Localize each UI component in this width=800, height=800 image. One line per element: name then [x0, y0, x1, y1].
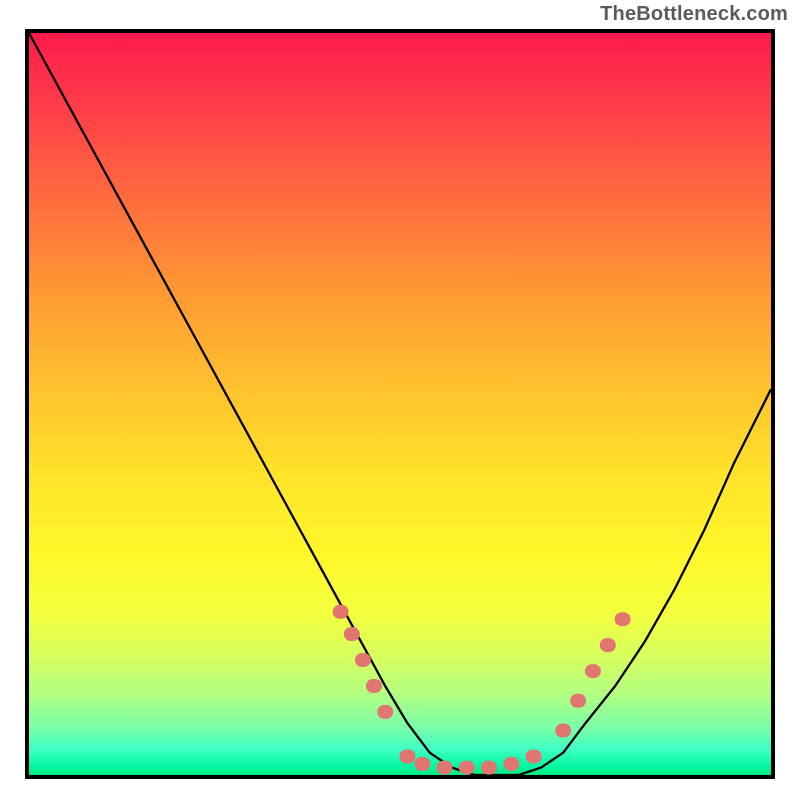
marker-dot	[399, 750, 415, 764]
chart-container: TheBottleneck.com	[0, 0, 800, 800]
marker-dot	[459, 761, 475, 775]
marker-dot	[377, 705, 393, 719]
marker-dot	[600, 638, 616, 652]
marker-dot	[615, 612, 631, 626]
watermark-text: TheBottleneck.com	[600, 3, 788, 26]
marker-dot	[366, 679, 382, 693]
marker-dot	[585, 664, 601, 678]
marker-dot	[355, 653, 371, 667]
bottleneck-curve	[29, 33, 771, 775]
marker-dot	[414, 757, 430, 771]
bottom-whitespace	[0, 779, 800, 800]
marker-dot	[503, 757, 519, 771]
marker-dot	[344, 627, 360, 641]
curve-layer	[29, 33, 771, 775]
trough-markers	[333, 605, 631, 775]
marker-dot	[570, 694, 586, 708]
marker-dot	[437, 761, 453, 775]
marker-dot	[526, 750, 542, 764]
plot-area	[25, 29, 775, 779]
marker-dot	[333, 605, 349, 619]
marker-dot	[481, 761, 497, 775]
marker-dot	[555, 724, 571, 738]
